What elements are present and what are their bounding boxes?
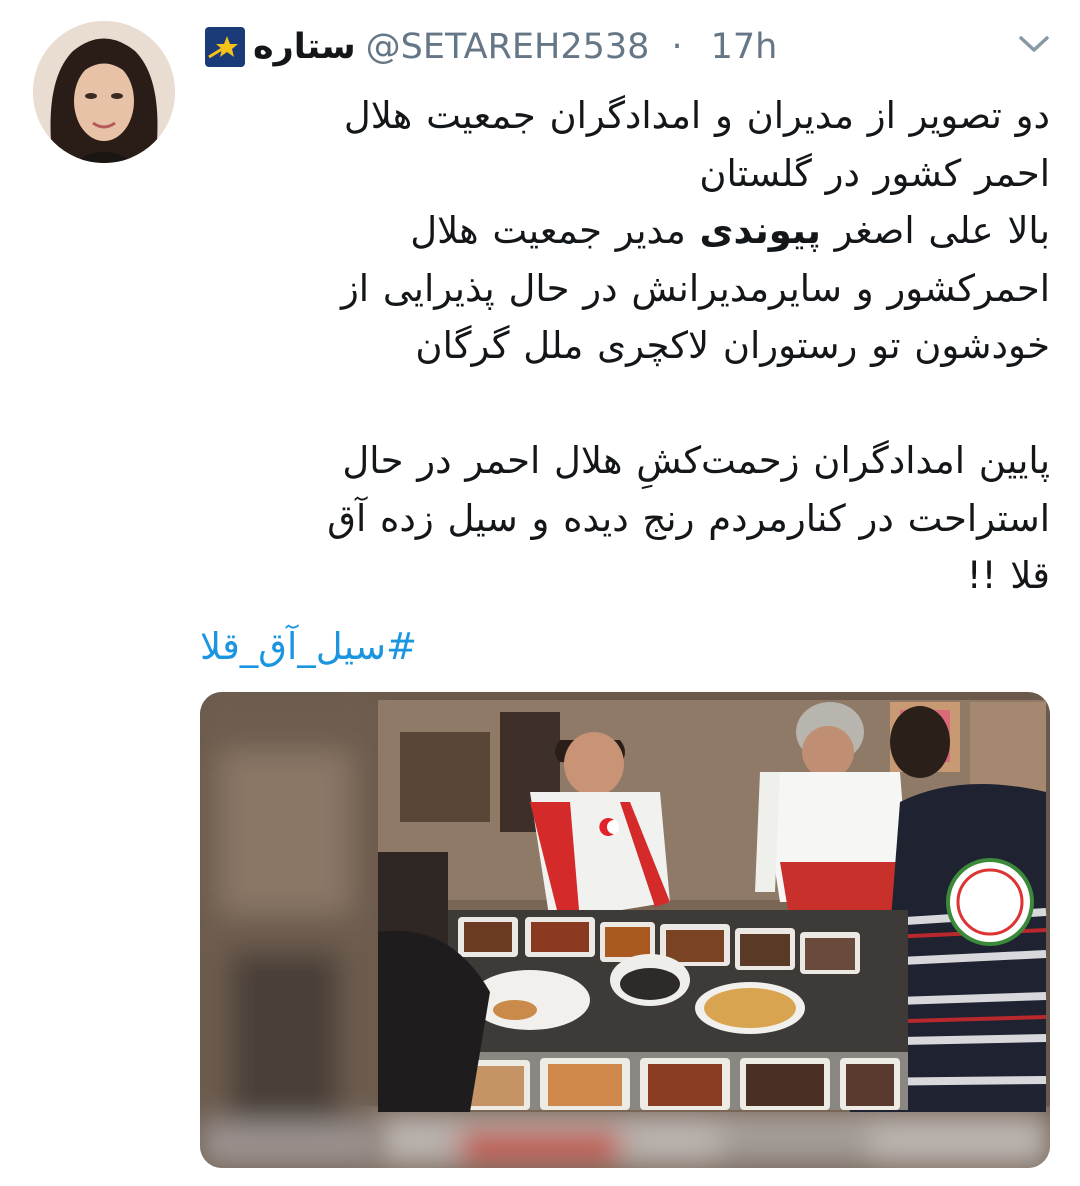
tweet-text-bold: پیوندی xyxy=(699,209,821,252)
separator-dot: · xyxy=(671,27,683,67)
tweet-text: دو تصویر از مدیران و امدادگران جمعیت هلا… xyxy=(205,87,1050,605)
avatar[interactable] xyxy=(33,21,175,163)
chevron-down-icon[interactable] xyxy=(1017,33,1051,55)
timestamp[interactable]: 17h xyxy=(711,27,778,67)
star-badge-icon xyxy=(205,27,245,67)
media-photo xyxy=(200,692,1050,1168)
avatar-photo xyxy=(33,21,175,163)
user-handle[interactable]: @SETAREH2538 xyxy=(366,27,650,67)
hashtag-link[interactable]: #سیل_آق_قلا xyxy=(200,622,580,672)
display-name[interactable]: ستاره xyxy=(253,27,356,67)
tweet-header: ستاره @SETAREH2538 · 17h xyxy=(205,24,995,70)
tweet-text-part2: مدیر جمعیت هلال احمرکشور و سایرمدیرانش د… xyxy=(327,209,1050,597)
tweet-media[interactable] xyxy=(200,692,1050,1168)
